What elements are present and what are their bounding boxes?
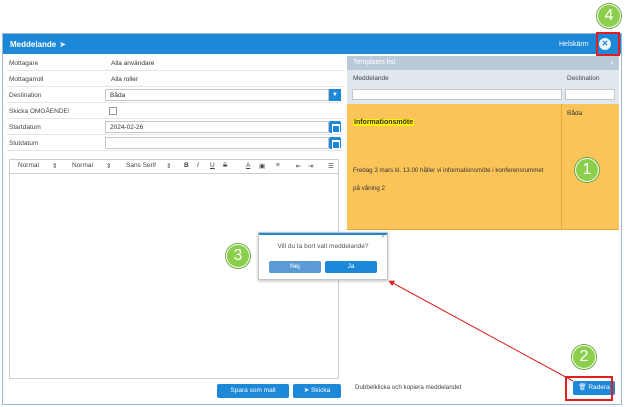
marker-4: 4 bbox=[597, 4, 621, 28]
annotation-arrow bbox=[388, 280, 574, 382]
marker-1: 1 bbox=[575, 158, 599, 182]
delete-highlight bbox=[565, 376, 613, 401]
close-highlight bbox=[596, 32, 620, 56]
annotation-overlay bbox=[388, 280, 574, 382]
marker-2: 2 bbox=[572, 345, 596, 369]
marker-3: 3 bbox=[226, 244, 250, 268]
